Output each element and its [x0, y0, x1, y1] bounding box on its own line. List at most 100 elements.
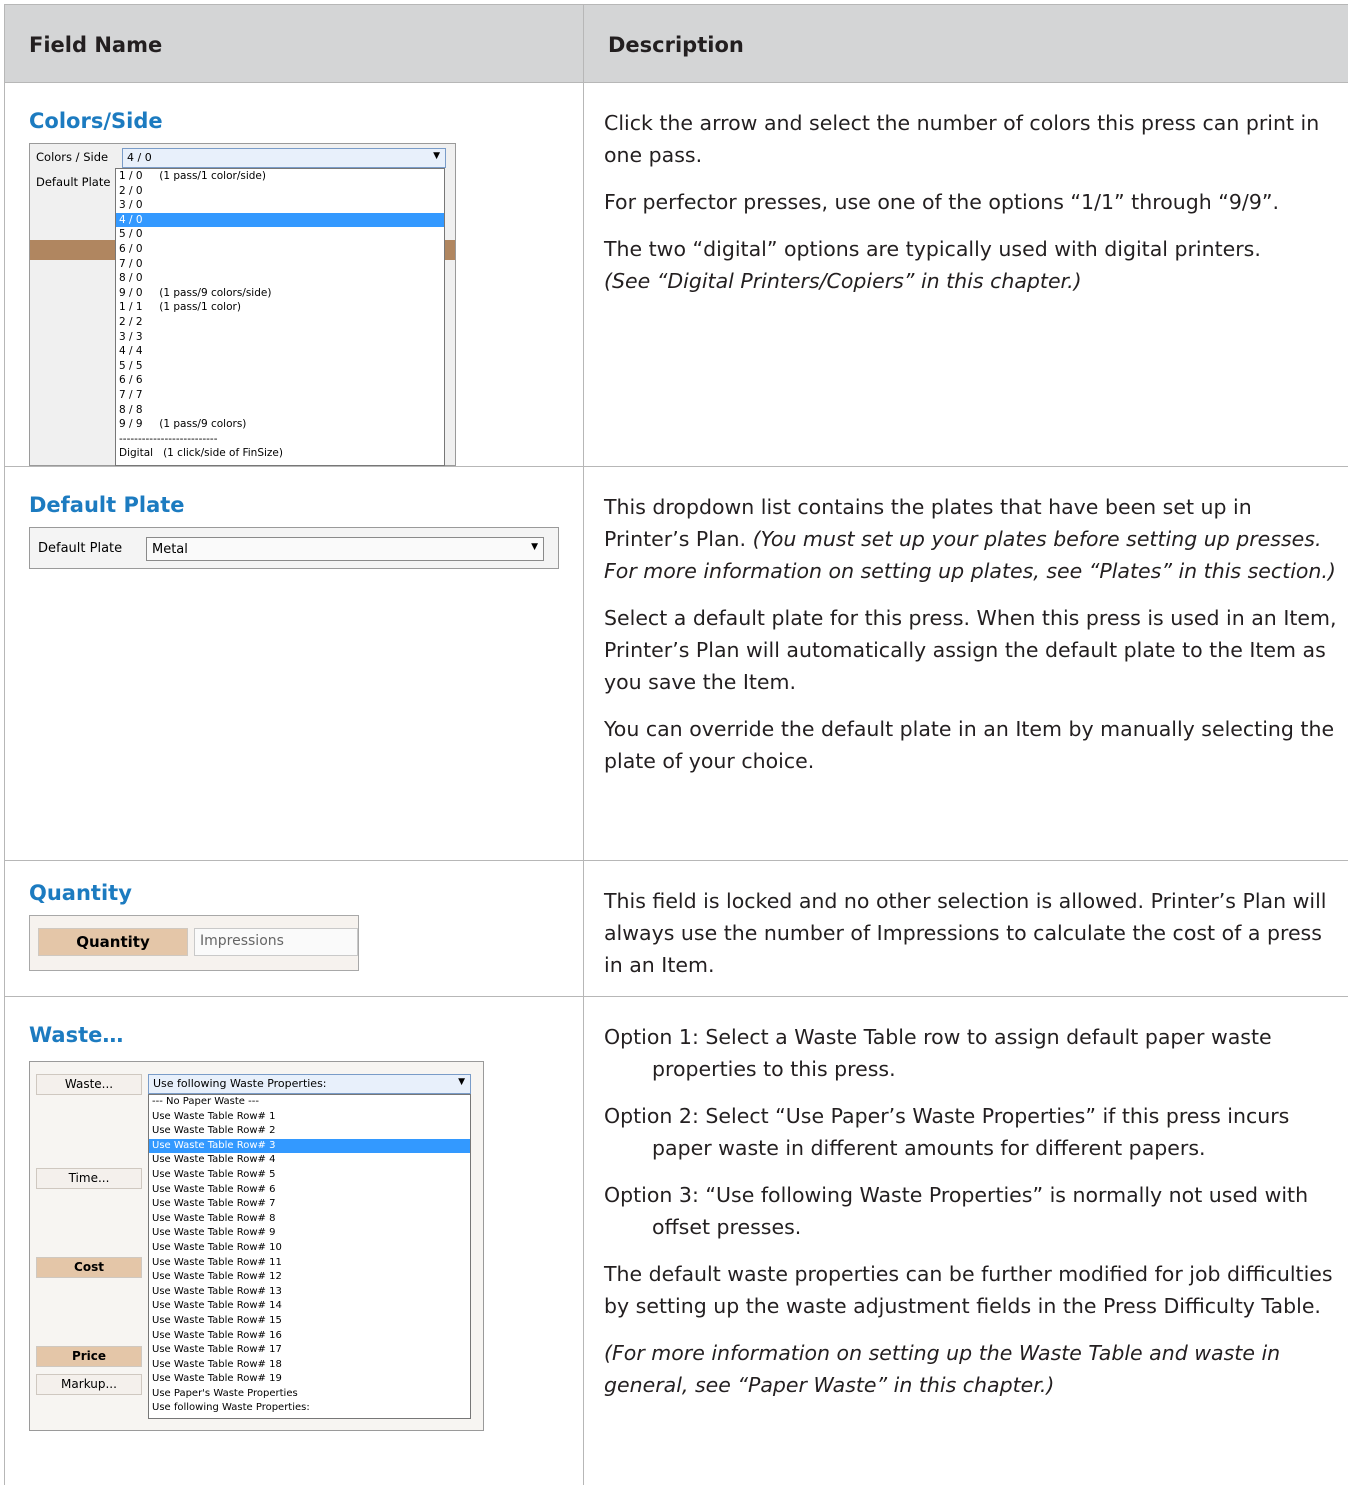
waste-option-2: Option 2: Select “Use Paper’s Waste Prop… [604, 1104, 1290, 1160]
colors-desc-2: For perfector presses, use one of the op… [604, 190, 1279, 214]
default-plate-combo[interactable]: Metal ▼ [146, 537, 544, 561]
table-row-default-plate: Default Plate Default Plate Metal ▼ This… [4, 466, 1348, 861]
colors-desc-3: The two “digital” options are typically … [604, 233, 1338, 297]
quantity-button[interactable]: Quantity [38, 928, 188, 956]
description-cell: Click the arrow and select the number of… [583, 82, 1348, 467]
colors-side-label: Colors / Side [36, 150, 109, 164]
table-row-colors-side: Colors/Side Colors / Side Default Plate … [4, 82, 1348, 467]
header-field-name: Field Name [4, 4, 584, 83]
colors-side-option[interactable]: 8 / 8 [116, 403, 444, 418]
default-plate-field-label: Default Plate [38, 541, 123, 556]
colors-desc-3-italic: (See “Digital Printers/Copiers” in this … [604, 269, 1082, 293]
waste-screenshot: Waste... Time... Cost Use following Wast… [29, 1061, 484, 1431]
waste-option[interactable]: Use following Waste Properties: [149, 1401, 470, 1416]
description-cell: Option 1: Select a Waste Table row to as… [583, 996, 1348, 1485]
colors-side-option[interactable]: 2 / 0 [116, 184, 444, 199]
waste-option[interactable]: Use Waste Table Row# 6 [149, 1183, 470, 1198]
waste-option[interactable]: Use Waste Table Row# 16 [149, 1329, 470, 1344]
colors-side-screenshot: Colors / Side Default Plate 4 / 0 ▼ 1 / … [29, 143, 456, 466]
waste-combo[interactable]: Use following Waste Properties: ▼ [148, 1074, 471, 1094]
description-cell: This field is locked and no other select… [583, 860, 1348, 997]
colors-side-option[interactable]: 3 / 3 [116, 330, 444, 345]
price-button[interactable]: Price [36, 1346, 142, 1367]
waste-option[interactable]: Use Waste Table Row# 5 [149, 1168, 470, 1183]
waste-dropdown-list[interactable]: --- No Paper Waste --- Use Waste Table Ro… [148, 1094, 471, 1419]
colors-side-dropdown-list[interactable]: 1 / 0 (1 pass/1 color/side) 2 / 03 / 04 /… [115, 168, 445, 466]
waste-option[interactable]: Use Waste Table Row# 9 [149, 1226, 470, 1241]
field-title-waste: Waste… [29, 1023, 124, 1047]
colors-side-option[interactable]: 1 / 0 (1 pass/1 color/side) [116, 169, 444, 184]
waste-option[interactable]: Use Waste Table Row# 4 [149, 1153, 470, 1168]
waste-option-3: Option 3: “Use following Waste Propertie… [604, 1183, 1309, 1239]
field-title-colors-side: Colors/Side [29, 109, 163, 133]
colors-side-option[interactable]: 8 / 0 [116, 271, 444, 286]
field-cell: Default Plate Default Plate Metal ▼ [4, 466, 584, 861]
quantity-value-field: Impressions [194, 928, 358, 956]
colors-side-option[interactable]: -------------------------- [116, 432, 444, 447]
waste-option[interactable]: Use Waste Table Row# 18 [149, 1358, 470, 1373]
field-title-quantity: Quantity [29, 881, 132, 905]
waste-option[interactable]: Use Paper's Waste Properties [149, 1387, 470, 1402]
colors-side-option[interactable]: 7 / 0 [116, 257, 444, 272]
tan-strip [30, 240, 116, 260]
waste-option[interactable]: Use Waste Table Row# 3 [149, 1138, 470, 1154]
waste-option[interactable]: Use Waste Table Row# 17 [149, 1343, 470, 1358]
plate-desc-1: This dropdown list contains the plates t… [604, 491, 1338, 587]
waste-option[interactable]: Use Waste Table Row# 14 [149, 1299, 470, 1314]
colors-side-option[interactable]: 2 / 2 [116, 315, 444, 330]
waste-option[interactable]: Use Waste Table Row# 11 [149, 1256, 470, 1271]
waste-desc-5: (For more information on setting up the … [604, 1341, 1281, 1397]
default-plate-label: Default Plate [36, 175, 111, 189]
colors-side-option[interactable]: 5 / 0 [116, 227, 444, 242]
chevron-down-icon[interactable]: ▼ [531, 542, 538, 552]
field-cell: Waste… Waste... Time... Cost Use followi… [4, 996, 584, 1485]
description-cell: This dropdown list contains the plates t… [583, 466, 1348, 861]
table-header-row: Field Name Description [4, 4, 1348, 83]
quantity-screenshot: Quantity Impressions [29, 915, 359, 971]
markup-button[interactable]: Markup... [36, 1374, 142, 1395]
waste-option-1: Option 1: Select a Waste Table row to as… [604, 1025, 1272, 1081]
waste-option[interactable]: Use Waste Table Row# 15 [149, 1314, 470, 1329]
table-row-waste: Waste… Waste... Time... Cost Use followi… [4, 996, 1348, 1485]
colors-side-option[interactable]: 3 / 0 [116, 198, 444, 213]
field-table: Field Name Description Colors/Side Color… [4, 4, 1348, 1485]
field-cell: Quantity Quantity Impressions [4, 860, 584, 997]
waste-button[interactable]: Waste... [36, 1074, 142, 1095]
colors-desc-3-text: The two “digital” options are typically … [604, 237, 1261, 261]
colors-side-combo[interactable]: 4 / 0 ▼ [122, 148, 446, 168]
colors-side-value: 4 / 0 [127, 151, 152, 164]
plate-desc-2: Select a default plate for this press. W… [604, 606, 1337, 694]
waste-option[interactable]: Use Waste Table Row# 2 [149, 1124, 470, 1139]
waste-desc-4: The default waste properties can be furt… [604, 1262, 1333, 1318]
time-button[interactable]: Time... [36, 1168, 142, 1189]
waste-option[interactable]: Use Waste Table Row# 12 [149, 1270, 470, 1285]
waste-option[interactable]: Use Waste Table Row# 13 [149, 1285, 470, 1300]
waste-option[interactable]: --- No Paper Waste --- [149, 1095, 470, 1110]
default-plate-screenshot: Default Plate Metal ▼ [29, 527, 559, 569]
waste-option[interactable]: Use Waste Table Row# 19 [149, 1372, 470, 1387]
cost-button[interactable]: Cost [36, 1257, 142, 1278]
waste-option[interactable]: Use Waste Table Row# 7 [149, 1197, 470, 1212]
table-row-quantity: Quantity Quantity Impressions This field… [4, 860, 1348, 997]
colors-side-option[interactable]: 7 / 7 [116, 388, 444, 403]
waste-option[interactable]: Use Waste Table Row# 10 [149, 1241, 470, 1256]
colors-side-option[interactable]: 6 / 0 [116, 242, 444, 257]
field-title-default-plate: Default Plate [29, 493, 185, 517]
colors-side-option[interactable]: 5 / 5 [116, 359, 444, 374]
quantity-desc-1: This field is locked and no other select… [604, 889, 1327, 977]
colors-side-option[interactable]: 4 / 4 [116, 344, 444, 359]
colors-side-option[interactable]: 1 / 1 (1 pass/1 color) [116, 300, 444, 315]
colors-side-option[interactable]: 9 / 0 (1 pass/9 colors/side) [116, 286, 444, 301]
colors-side-option[interactable]: Digital (1 click/side of FinSize) [116, 446, 444, 461]
colors-side-option[interactable]: 6 / 6 [116, 373, 444, 388]
colors-side-option[interactable]: 9 / 9 (1 pass/9 colors) [116, 417, 444, 432]
waste-option[interactable]: Use Waste Table Row# 1 [149, 1110, 470, 1125]
chevron-down-icon[interactable]: ▼ [433, 151, 440, 161]
header-description: Description [583, 4, 1348, 83]
waste-option[interactable]: Use Waste Table Row# 8 [149, 1212, 470, 1227]
plate-desc-3: You can override the default plate in an… [604, 717, 1335, 773]
colors-desc-1: Click the arrow and select the number of… [604, 111, 1320, 167]
colors-side-option[interactable]: 4 / 0 [116, 212, 444, 228]
chevron-down-icon[interactable]: ▼ [458, 1077, 465, 1087]
default-plate-value: Metal [152, 542, 188, 557]
